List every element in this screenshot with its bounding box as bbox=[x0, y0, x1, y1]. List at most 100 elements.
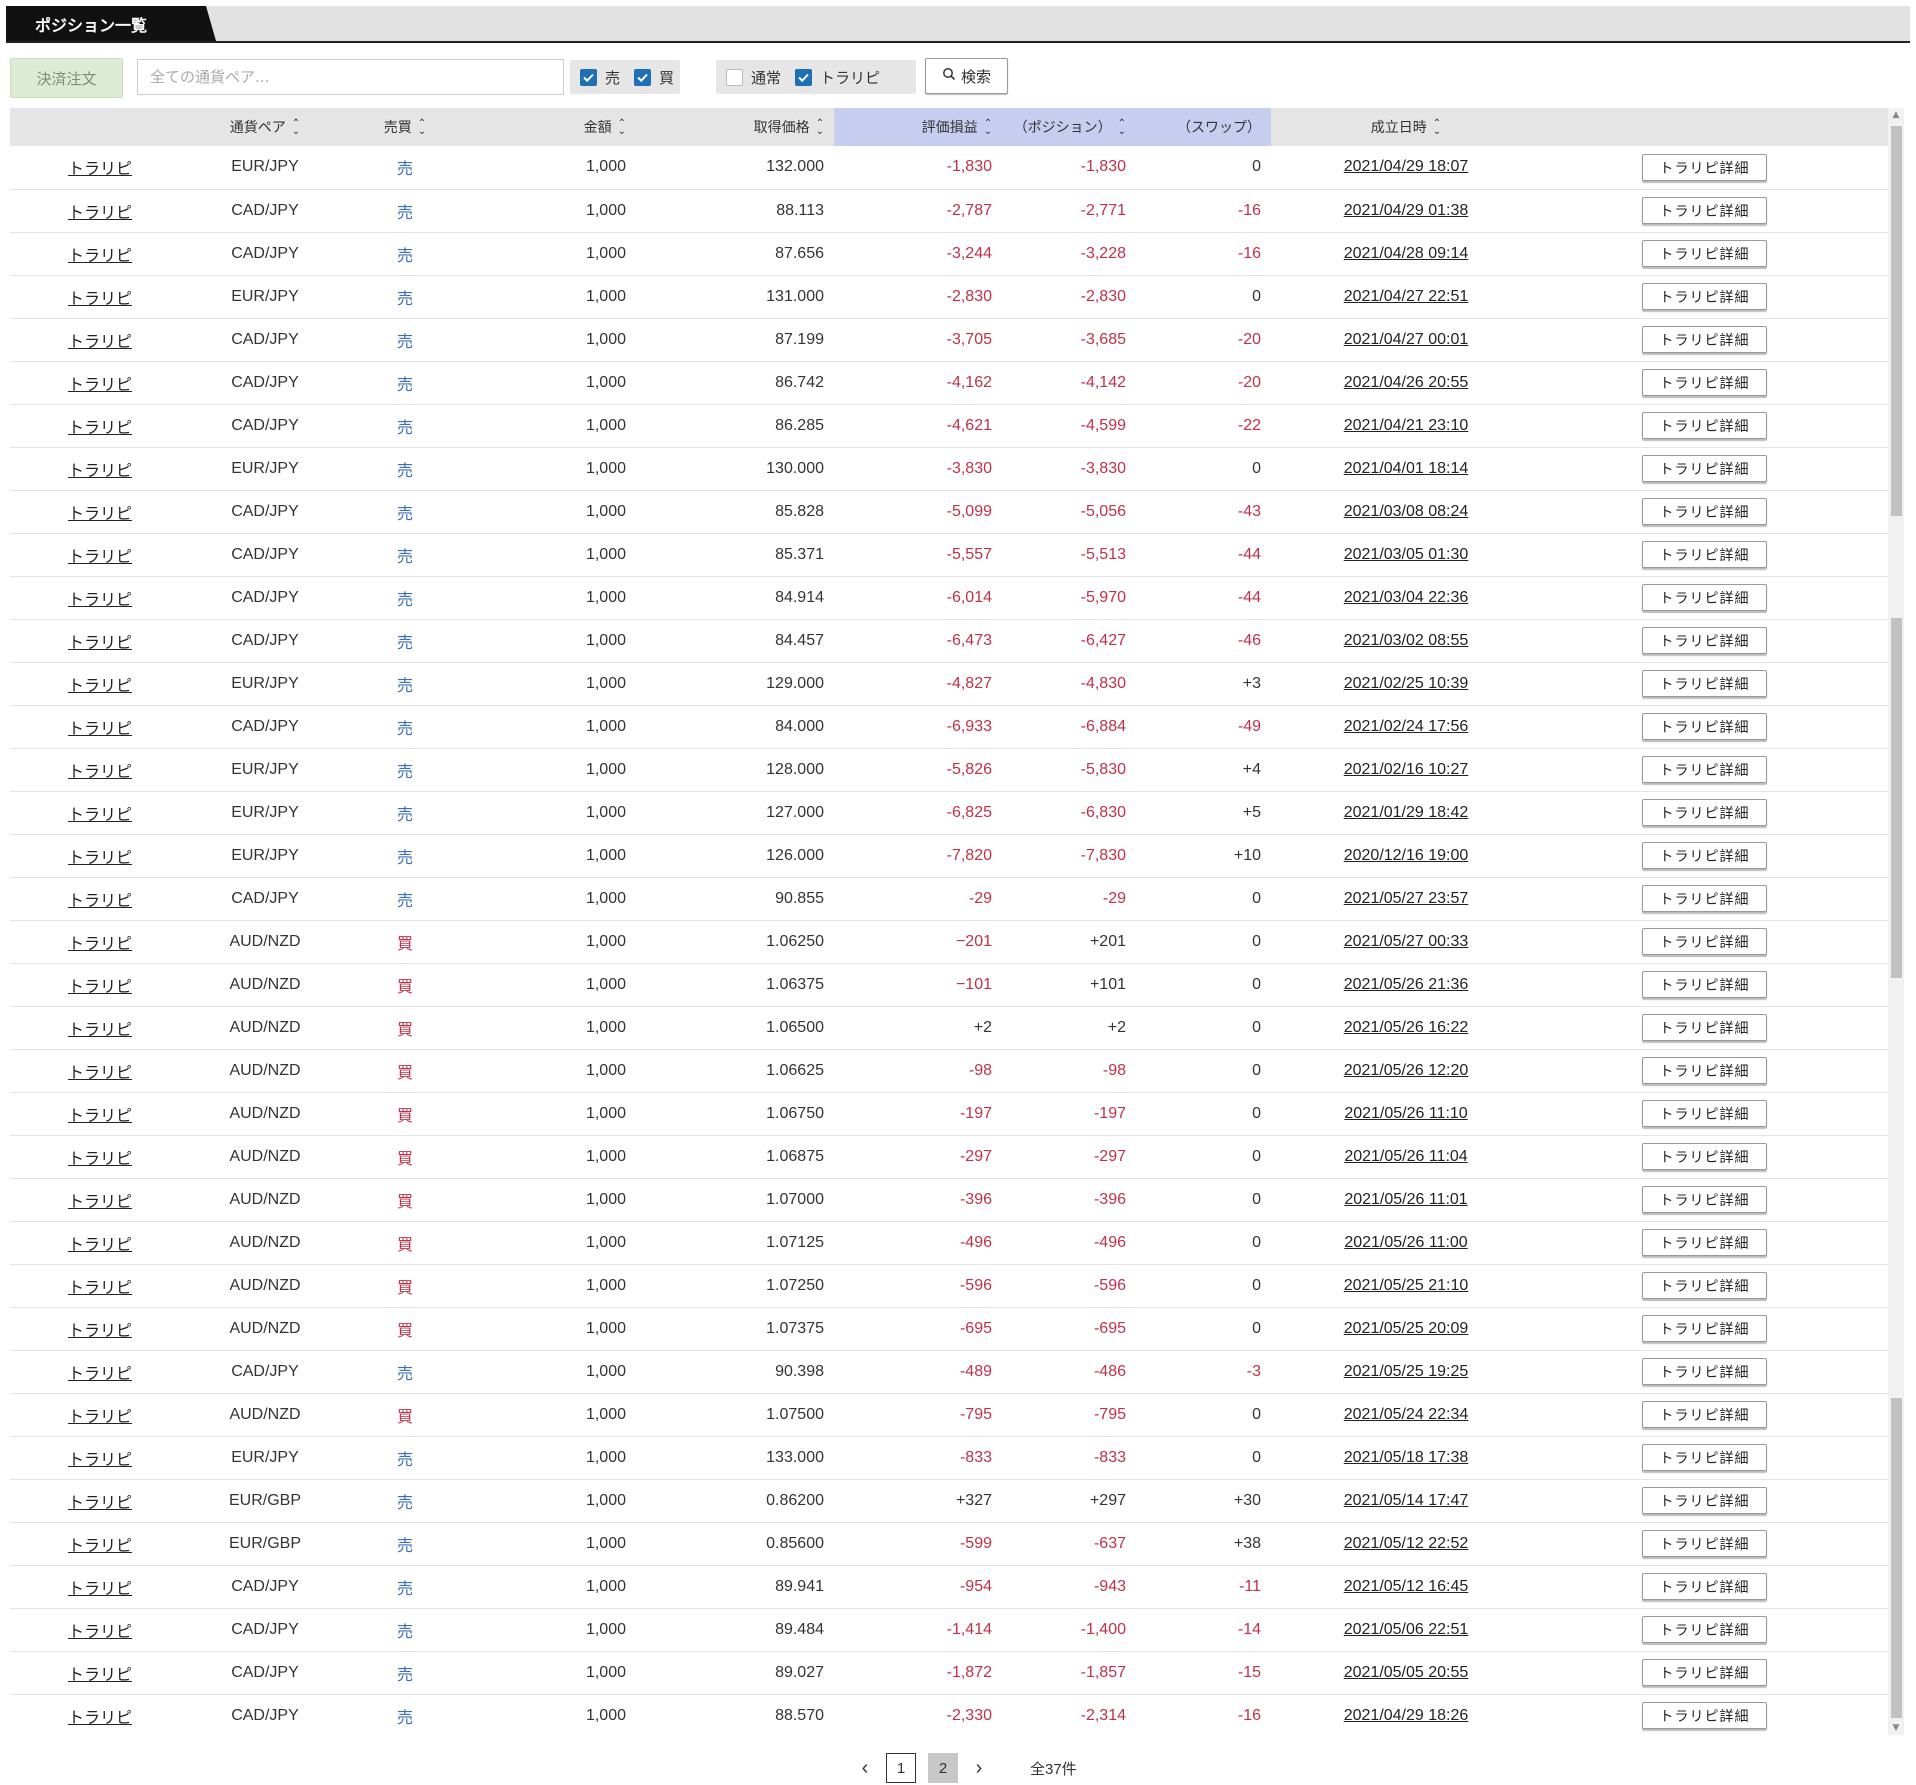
row-type-link[interactable]: トラリピ bbox=[10, 232, 190, 275]
row-type-link[interactable]: トラリピ bbox=[10, 1049, 190, 1092]
trarepi-detail-button[interactable]: トラリピ詳細 bbox=[1642, 197, 1767, 224]
row-type-link[interactable]: トラリピ bbox=[10, 662, 190, 705]
trarepi-detail-button[interactable]: トラリピ詳細 bbox=[1642, 498, 1767, 525]
filter-sell-checkbox[interactable]: 売 bbox=[580, 67, 620, 88]
tab-position-list[interactable]: ポジション一覧 bbox=[6, 6, 216, 41]
header-side[interactable]: 売買 ⌃ ⌄ bbox=[340, 108, 470, 146]
row-date-link[interactable]: 2020/12/16 19:00 bbox=[1271, 834, 1521, 877]
row-type-link[interactable]: トラリピ bbox=[10, 963, 190, 1006]
row-date-link[interactable]: 2021/05/05 20:55 bbox=[1271, 1651, 1521, 1694]
row-type-link[interactable]: トラリピ bbox=[10, 189, 190, 232]
row-date-link[interactable]: 2021/04/29 18:26 bbox=[1271, 1694, 1521, 1735]
trarepi-detail-button[interactable]: トラリピ詳細 bbox=[1642, 1100, 1767, 1127]
row-date-link[interactable]: 2021/02/25 10:39 bbox=[1271, 662, 1521, 705]
currency-pair-search-input[interactable] bbox=[137, 59, 564, 95]
row-date-link[interactable]: 2021/01/29 18:42 bbox=[1271, 791, 1521, 834]
row-date-link[interactable]: 2021/04/27 00:01 bbox=[1271, 318, 1521, 361]
filter-buy-checkbox[interactable]: 買 bbox=[634, 67, 674, 88]
trarepi-detail-button[interactable]: トラリピ詳細 bbox=[1642, 1659, 1767, 1686]
row-date-link[interactable]: 2021/05/12 22:52 bbox=[1271, 1522, 1521, 1565]
header-pair[interactable]: 通貨ペア ⌃ ⌄ bbox=[190, 108, 340, 146]
trarepi-detail-button[interactable]: トラリピ詳細 bbox=[1642, 1057, 1767, 1084]
trarepi-detail-button[interactable]: トラリピ詳細 bbox=[1642, 1487, 1767, 1514]
trarepi-detail-button[interactable]: トラリピ詳細 bbox=[1642, 1315, 1767, 1342]
row-date-link[interactable]: 2021/05/26 11:00 bbox=[1271, 1221, 1521, 1264]
trarepi-detail-button[interactable]: トラリピ詳細 bbox=[1642, 1143, 1767, 1170]
trarepi-detail-button[interactable]: トラリピ詳細 bbox=[1642, 1229, 1767, 1256]
row-date-link[interactable]: 2021/05/24 22:34 bbox=[1271, 1393, 1521, 1436]
trarepi-detail-button[interactable]: トラリピ詳細 bbox=[1642, 153, 1767, 181]
row-date-link[interactable]: 2021/04/29 01:38 bbox=[1271, 189, 1521, 232]
row-type-link[interactable]: トラリピ bbox=[10, 1393, 190, 1436]
header-pnl[interactable]: 評価損益 ⌃ ⌄ bbox=[834, 108, 1002, 146]
row-type-link[interactable]: トラリピ bbox=[10, 1608, 190, 1651]
trarepi-detail-button[interactable]: トラリピ詳細 bbox=[1642, 1616, 1767, 1643]
row-date-link[interactable]: 2021/05/25 20:09 bbox=[1271, 1307, 1521, 1350]
row-type-link[interactable]: トラリピ bbox=[10, 748, 190, 791]
row-type-link[interactable]: トラリピ bbox=[10, 146, 190, 189]
trarepi-detail-button[interactable]: トラリピ詳細 bbox=[1642, 928, 1767, 955]
row-date-link[interactable]: 2021/05/26 11:10 bbox=[1271, 1092, 1521, 1135]
row-type-link[interactable]: トラリピ bbox=[10, 1522, 190, 1565]
row-date-link[interactable]: 2021/05/14 17:47 bbox=[1271, 1479, 1521, 1522]
trarepi-detail-button[interactable]: トラリピ詳細 bbox=[1642, 412, 1767, 439]
trarepi-detail-button[interactable]: トラリピ詳細 bbox=[1642, 756, 1767, 783]
header-position[interactable]: （ポジション） ⌃ ⌄ bbox=[1002, 108, 1136, 146]
trarepi-detail-button[interactable]: トラリピ詳細 bbox=[1642, 627, 1767, 654]
chevron-right-icon[interactable]: › bbox=[964, 1757, 994, 1780]
scroll-thumb[interactable] bbox=[1891, 618, 1902, 978]
row-date-link[interactable]: 2021/04/26 20:55 bbox=[1271, 361, 1521, 404]
trarepi-detail-button[interactable]: トラリピ詳細 bbox=[1642, 326, 1767, 353]
row-date-link[interactable]: 2021/05/26 16:22 bbox=[1271, 1006, 1521, 1049]
row-date-link[interactable]: 2021/03/04 22:36 bbox=[1271, 576, 1521, 619]
row-date-link[interactable]: 2021/05/26 21:36 bbox=[1271, 963, 1521, 1006]
row-date-link[interactable]: 2021/02/16 10:27 bbox=[1271, 748, 1521, 791]
trarepi-detail-button[interactable]: トラリピ詳細 bbox=[1642, 885, 1767, 912]
row-type-link[interactable]: トラリピ bbox=[10, 1135, 190, 1178]
scroll-thumb[interactable] bbox=[1891, 126, 1902, 516]
row-type-link[interactable]: トラリピ bbox=[10, 275, 190, 318]
table-scrollbar[interactable]: ▲ ▼ bbox=[1888, 108, 1904, 1735]
row-date-link[interactable]: 2021/04/29 18:07 bbox=[1271, 146, 1521, 189]
row-date-link[interactable]: 2021/05/26 11:01 bbox=[1271, 1178, 1521, 1221]
row-type-link[interactable]: トラリピ bbox=[10, 533, 190, 576]
row-type-link[interactable]: トラリピ bbox=[10, 791, 190, 834]
row-type-link[interactable]: トラリピ bbox=[10, 490, 190, 533]
row-type-link[interactable]: トラリピ bbox=[10, 1436, 190, 1479]
scroll-up-icon[interactable]: ▲ bbox=[1888, 108, 1904, 122]
trarepi-detail-button[interactable]: トラリピ詳細 bbox=[1642, 541, 1767, 568]
row-date-link[interactable]: 2021/05/26 12:20 bbox=[1271, 1049, 1521, 1092]
settle-order-button[interactable]: 決済注文 bbox=[10, 58, 123, 98]
page-1-button[interactable]: 1 bbox=[886, 1753, 916, 1783]
row-date-link[interactable]: 2021/05/26 11:04 bbox=[1271, 1135, 1521, 1178]
scroll-down-icon[interactable]: ▼ bbox=[1888, 1721, 1904, 1735]
header-price[interactable]: 取得価格 ⌃ ⌄ bbox=[636, 108, 834, 146]
header-amount[interactable]: 金額 ⌃ ⌄ bbox=[470, 108, 636, 146]
row-type-link[interactable]: トラリピ bbox=[10, 1350, 190, 1393]
chevron-left-icon[interactable]: ‹ bbox=[850, 1757, 880, 1780]
filter-normal-checkbox[interactable]: 通常 bbox=[726, 67, 781, 88]
row-type-link[interactable]: トラリピ bbox=[10, 1651, 190, 1694]
row-date-link[interactable]: 2021/05/12 16:45 bbox=[1271, 1565, 1521, 1608]
row-type-link[interactable]: トラリピ bbox=[10, 1221, 190, 1264]
row-type-link[interactable]: トラリピ bbox=[10, 1565, 190, 1608]
row-type-link[interactable]: トラリピ bbox=[10, 576, 190, 619]
filter-trarepi-checkbox[interactable]: トラリピ bbox=[795, 67, 880, 88]
row-date-link[interactable]: 2021/04/28 09:14 bbox=[1271, 232, 1521, 275]
row-type-link[interactable]: トラリピ bbox=[10, 920, 190, 963]
row-type-link[interactable]: トラリピ bbox=[10, 404, 190, 447]
trarepi-detail-button[interactable]: トラリピ詳細 bbox=[1642, 369, 1767, 396]
trarepi-detail-button[interactable]: トラリピ詳細 bbox=[1642, 799, 1767, 826]
row-type-link[interactable]: トラリピ bbox=[10, 1006, 190, 1049]
row-date-link[interactable]: 2021/02/24 17:56 bbox=[1271, 705, 1521, 748]
row-type-link[interactable]: トラリピ bbox=[10, 447, 190, 490]
trarepi-detail-button[interactable]: トラリピ詳細 bbox=[1642, 1702, 1767, 1729]
row-date-link[interactable]: 2021/04/01 18:14 bbox=[1271, 447, 1521, 490]
row-type-link[interactable]: トラリピ bbox=[10, 1092, 190, 1135]
trarepi-detail-button[interactable]: トラリピ詳細 bbox=[1642, 283, 1767, 310]
row-type-link[interactable]: トラリピ bbox=[10, 834, 190, 877]
trarepi-detail-button[interactable]: トラリピ詳細 bbox=[1642, 1014, 1767, 1041]
row-type-link[interactable]: トラリピ bbox=[10, 1307, 190, 1350]
trarepi-detail-button[interactable]: トラリピ詳細 bbox=[1642, 1530, 1767, 1557]
row-type-link[interactable]: トラリピ bbox=[10, 705, 190, 748]
